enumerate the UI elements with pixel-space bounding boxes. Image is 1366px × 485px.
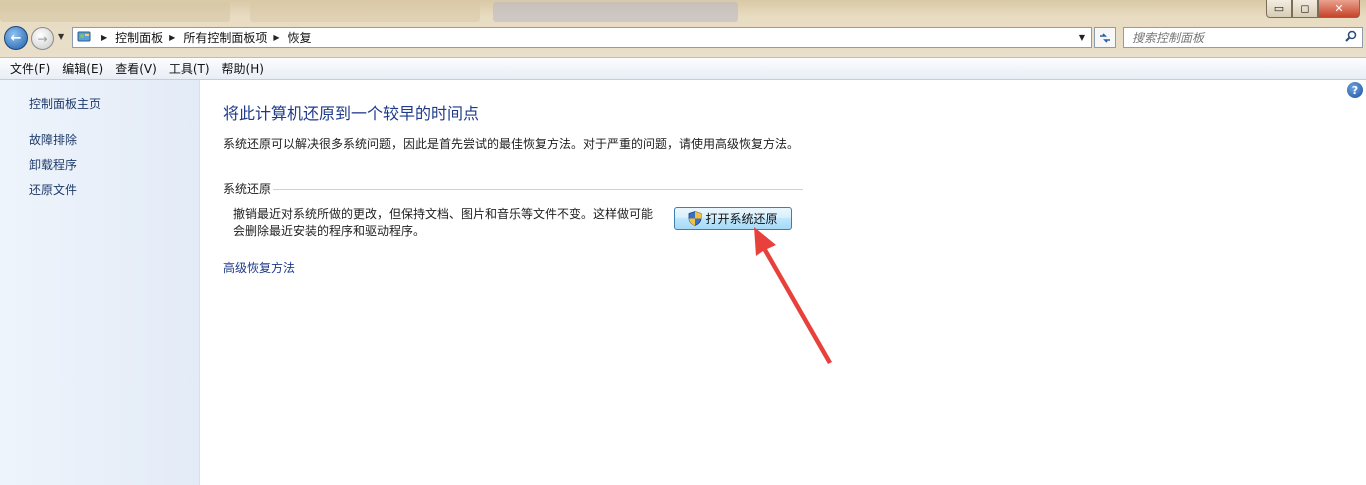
back-button[interactable]: ←	[4, 26, 28, 50]
sidebar-item-control-panel-home[interactable]: 控制面板主页	[29, 95, 101, 112]
section-description: 撤销最近对系统所做的更改，但保持文档、图片和音乐等文件不变。这样做可能 会删除最…	[233, 206, 663, 240]
section-text-line: 撤销最近对系统所做的更改，但保持文档、图片和音乐等文件不变。这样做可能	[233, 207, 654, 221]
breadcrumb-all-items[interactable]: 所有控制面板项	[183, 29, 267, 46]
forward-button[interactable]: →	[31, 27, 54, 50]
sidebar-item-troubleshooting[interactable]: 故障排除	[29, 131, 77, 148]
control-panel-icon	[77, 29, 95, 46]
page-title: 将此计算机还原到一个较早的时间点	[223, 104, 480, 123]
background-window-tab	[0, 2, 230, 22]
breadcrumb-chevron-right-icon[interactable]: ▶	[273, 33, 279, 42]
maximize-button[interactable]: ◻	[1292, 0, 1318, 18]
breadcrumb-chevron-right-icon[interactable]: ▶	[169, 33, 175, 42]
background-window-tab	[250, 2, 480, 22]
refresh-button[interactable]	[1094, 27, 1116, 48]
breadcrumb-control-panel[interactable]: 控制面板	[115, 29, 163, 46]
search-icon[interactable]	[1345, 30, 1357, 45]
close-button[interactable]: ✕	[1318, 0, 1360, 18]
background-window-tab	[493, 2, 738, 22]
section-title-system-restore: 系统还原	[223, 182, 272, 196]
address-history-chevron-down-icon[interactable]: ▼	[1079, 33, 1085, 42]
annotation-arrow-icon	[754, 227, 832, 364]
breadcrumb-chevron-right-icon[interactable]: ▶	[101, 33, 107, 42]
refresh-icon	[1100, 32, 1110, 43]
breadcrumb-recovery[interactable]: 恢复	[288, 29, 312, 46]
menu-view[interactable]: 查看(V)	[109, 60, 163, 77]
sidebar-item-uninstall[interactable]: 卸载程序	[29, 156, 77, 173]
sidebar: 控制面板主页 故障排除 卸载程序 还原文件	[0, 80, 200, 485]
recent-pages-chevron-down-icon[interactable]: ▼	[58, 32, 64, 41]
window-titlebar: ▭ ◻ ✕ ← → ▼ ▶ 控制面板 ▶ 所有控制面板项 ▶ 恢复 ▼	[0, 0, 1366, 58]
page-description: 系统还原可以解决很多系统问题，因此是首先尝试的最佳恢复方法。对于严重的问题，请使…	[223, 137, 800, 151]
uac-shield-icon	[689, 211, 702, 226]
address-bar[interactable]: ▶ 控制面板 ▶ 所有控制面板项 ▶ 恢复 ▼	[72, 27, 1092, 48]
advanced-recovery-link[interactable]: 高级恢复方法	[223, 259, 295, 276]
menu-help[interactable]: 帮助(H)	[216, 60, 270, 77]
window-controls: ▭ ◻ ✕	[1266, 0, 1360, 18]
search-box[interactable]	[1123, 27, 1363, 48]
menu-bar: 文件(F) 编辑(E) 查看(V) 工具(T) 帮助(H)	[0, 58, 1366, 80]
menu-tools[interactable]: 工具(T)	[163, 60, 216, 77]
minimize-button[interactable]: ▭	[1266, 0, 1292, 18]
menu-edit[interactable]: 编辑(E)	[56, 60, 109, 77]
search-input[interactable]	[1132, 30, 1332, 45]
section-divider	[273, 189, 803, 190]
sidebar-item-restore-files[interactable]: 还原文件	[29, 181, 77, 198]
section-text-line: 会删除最近安装的程序和驱动程序。	[233, 224, 426, 238]
help-icon[interactable]: ?	[1347, 82, 1363, 98]
menu-file[interactable]: 文件(F)	[4, 60, 56, 77]
